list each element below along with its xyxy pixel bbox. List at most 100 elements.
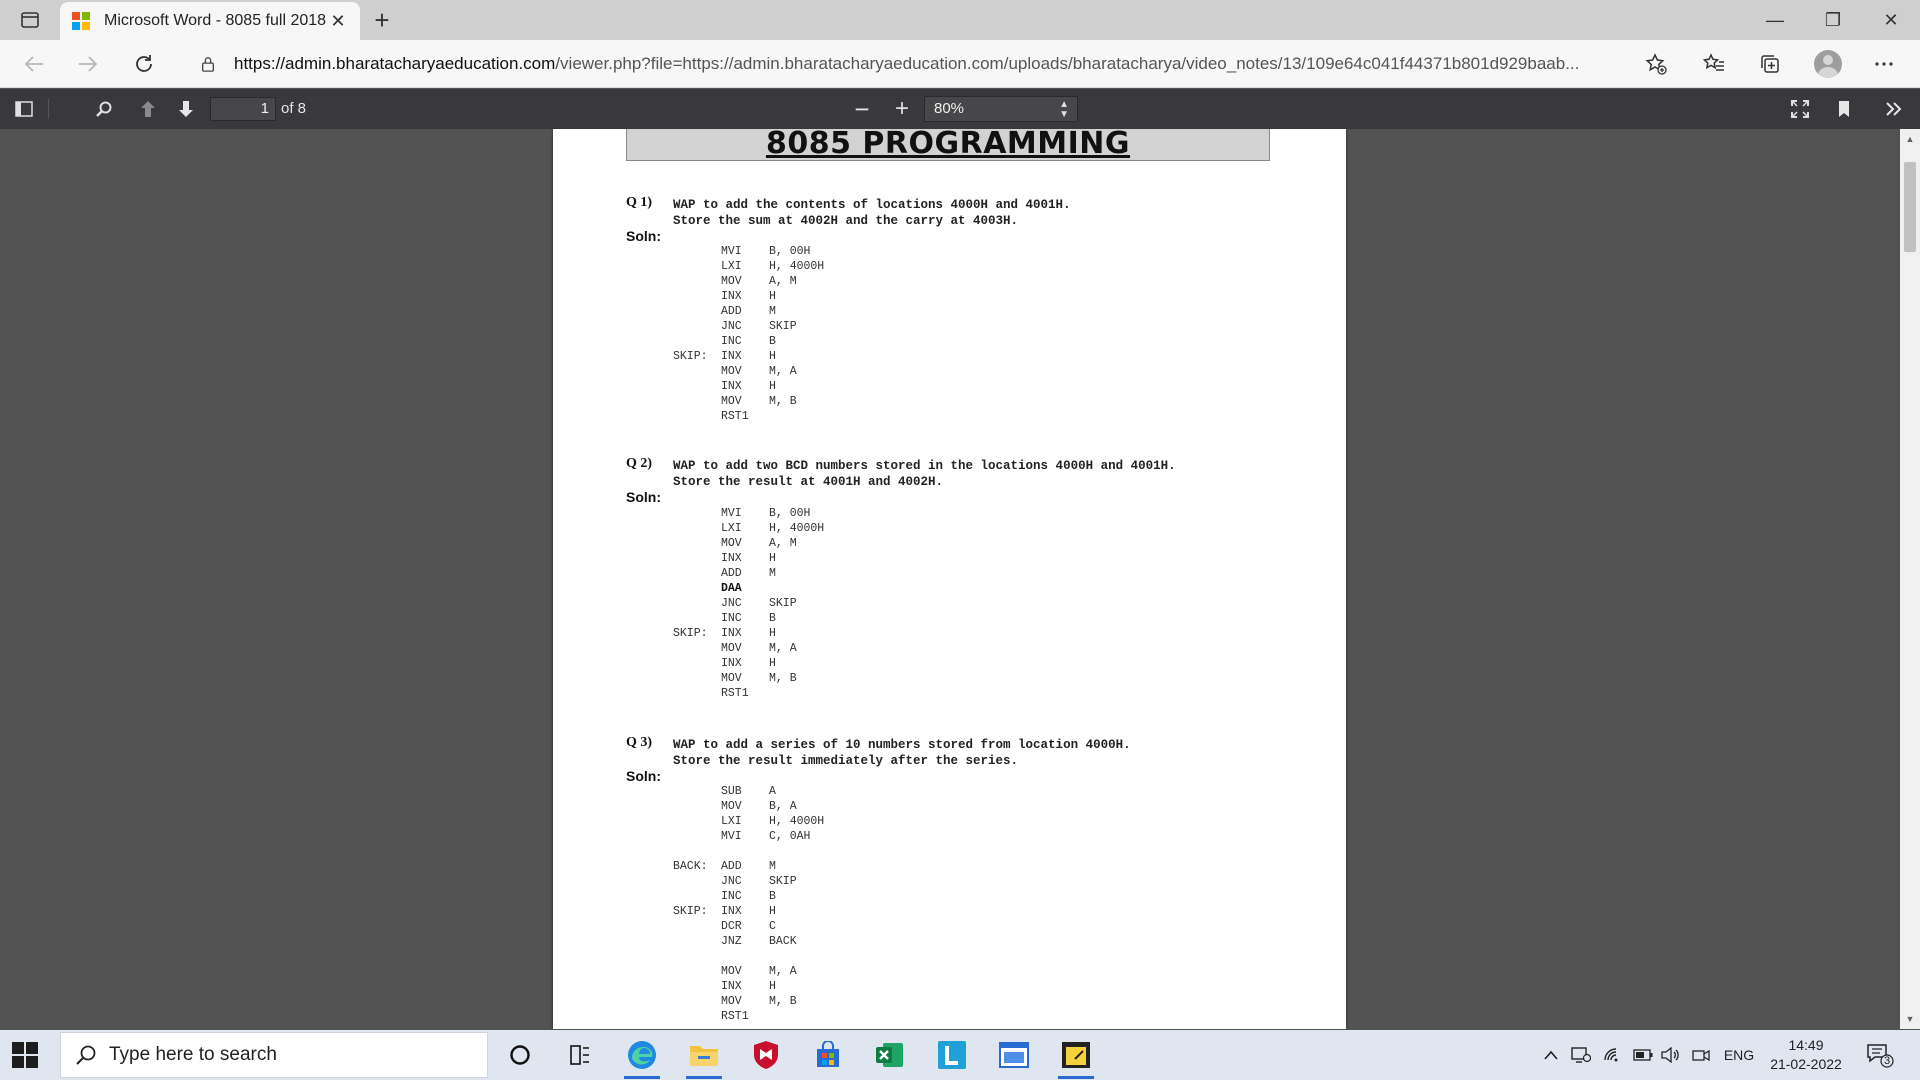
taskbar-app-excel[interactable] bbox=[866, 1035, 914, 1075]
presentation-mode-button[interactable] bbox=[1786, 95, 1814, 123]
code-opcode: INX bbox=[721, 350, 742, 363]
settings-more-button[interactable] bbox=[1868, 48, 1900, 80]
question-text: WAP to add a series of 10 numbers stored… bbox=[673, 738, 1131, 768]
clock-date: 21-02-2022 bbox=[1770, 1056, 1842, 1072]
new-tab-button[interactable]: + bbox=[368, 5, 396, 35]
close-window-button[interactable]: ✕ bbox=[1862, 0, 1920, 40]
refresh-button[interactable] bbox=[128, 48, 160, 80]
restore-button[interactable]: ❐ bbox=[1804, 0, 1862, 40]
code-opcode: LXI bbox=[721, 815, 742, 828]
scrollbar-thumb[interactable] bbox=[1904, 162, 1916, 252]
zoom-select[interactable]: 80% ▲ ▼ bbox=[924, 96, 1078, 122]
code-opcode: MOV bbox=[721, 365, 742, 378]
code-opcode: SUB bbox=[721, 785, 742, 798]
tray-display-icon[interactable] bbox=[1568, 1030, 1594, 1080]
vertical-scrollbar[interactable]: ▲ ▼ bbox=[1900, 129, 1920, 1029]
shield-icon bbox=[754, 1041, 778, 1069]
microsoft-logo-icon bbox=[72, 12, 90, 30]
add-favorite-button[interactable] bbox=[1640, 48, 1672, 80]
tray-battery[interactable] bbox=[1630, 1030, 1656, 1080]
code-opcode: MOV bbox=[721, 395, 742, 408]
page-count-label: of 8 bbox=[281, 100, 307, 117]
tools-button[interactable] bbox=[1880, 95, 1908, 123]
code-operand: M, B bbox=[769, 395, 797, 408]
show-hidden-icons-button[interactable] bbox=[1538, 1030, 1564, 1080]
solution-label: Soln: bbox=[626, 228, 661, 244]
taskbar-app-store[interactable] bbox=[804, 1035, 852, 1075]
taskbar-search-box[interactable]: Type here to search bbox=[60, 1032, 488, 1078]
scroll-down-arrow-icon[interactable]: ▼ bbox=[1900, 1011, 1920, 1027]
previous-page-button[interactable] bbox=[134, 95, 162, 123]
notification-center-button[interactable]: 3 bbox=[1866, 1042, 1894, 1068]
find-button[interactable] bbox=[90, 95, 118, 123]
code-opcode: INX bbox=[721, 380, 742, 393]
next-page-button[interactable] bbox=[172, 95, 200, 123]
code-opcode: MOV bbox=[721, 995, 742, 1008]
code-opcode: INC bbox=[721, 335, 742, 348]
taskbar-app-mcafee[interactable] bbox=[742, 1035, 790, 1075]
bookmark-button[interactable] bbox=[1830, 95, 1858, 123]
code-operand: M, A bbox=[769, 642, 797, 655]
scroll-up-arrow-icon[interactable]: ▲ bbox=[1900, 131, 1920, 147]
code-operand: H bbox=[769, 657, 776, 670]
code-operand: A, M bbox=[769, 275, 797, 288]
code-label: SKIP: bbox=[673, 627, 708, 640]
store-bag-icon bbox=[817, 1041, 839, 1067]
forward-button[interactable] bbox=[72, 48, 104, 80]
code-operand: H bbox=[769, 552, 776, 565]
page-number-input[interactable]: 1 bbox=[210, 97, 276, 121]
profile-avatar-icon bbox=[1814, 50, 1842, 78]
toggle-sidebar-button[interactable] bbox=[10, 95, 38, 123]
code-opcode: MVI bbox=[721, 830, 742, 843]
taskbar-app-sticky-notes[interactable] bbox=[1052, 1035, 1100, 1079]
task-view-button[interactable] bbox=[556, 1035, 604, 1075]
start-button[interactable] bbox=[12, 1042, 38, 1068]
taskbar-app-l[interactable] bbox=[928, 1035, 976, 1075]
taskbar-clock[interactable]: 14:49 21-02-2022 bbox=[1760, 1036, 1852, 1074]
taskbar-app-edge[interactable] bbox=[618, 1035, 666, 1079]
tab-actions-button[interactable] bbox=[12, 8, 48, 32]
wifi-icon bbox=[1604, 1048, 1618, 1062]
code-opcode: MOV bbox=[721, 965, 742, 978]
code-opcode: INX bbox=[721, 657, 742, 670]
code-operand: B bbox=[769, 890, 776, 903]
tray-wifi[interactable] bbox=[1600, 1030, 1626, 1080]
code-opcode: INX bbox=[721, 980, 742, 993]
fullscreen-icon bbox=[1791, 100, 1809, 118]
input-language[interactable]: ENG bbox=[1720, 1030, 1758, 1080]
code-opcode: INC bbox=[721, 612, 742, 625]
minimize-button[interactable]: — bbox=[1746, 0, 1804, 40]
code-opcode: MOV bbox=[721, 537, 742, 550]
code-opcode: JNZ bbox=[721, 935, 742, 948]
favorites-button[interactable] bbox=[1698, 48, 1730, 80]
browser-toolbar: https://admin.bharatacharyaeducation.com… bbox=[0, 40, 1920, 88]
code-opcode: INX bbox=[721, 290, 742, 303]
code-operand: BACK bbox=[769, 935, 797, 948]
code-operand: H bbox=[769, 627, 776, 640]
clock-time: 14:49 bbox=[1788, 1037, 1824, 1053]
zoom-in-button[interactable]: + bbox=[888, 95, 916, 123]
tray-meet-now[interactable] bbox=[1688, 1030, 1714, 1080]
code-opcode: RST1 bbox=[721, 1010, 749, 1023]
cortana-button[interactable] bbox=[496, 1035, 544, 1075]
address-bar[interactable]: https://admin.bharatacharyaeducation.com… bbox=[180, 46, 1680, 82]
code-operand: H bbox=[769, 905, 776, 918]
profile-button[interactable] bbox=[1812, 48, 1844, 80]
code-operand: H bbox=[769, 380, 776, 393]
tray-volume[interactable] bbox=[1658, 1030, 1684, 1080]
question-number: Q 1) bbox=[626, 195, 653, 210]
code-operand: M, A bbox=[769, 365, 797, 378]
collections-button[interactable] bbox=[1754, 48, 1786, 80]
zoom-out-button[interactable]: − bbox=[848, 94, 876, 124]
cortana-icon bbox=[510, 1045, 530, 1065]
taskbar-app-window[interactable] bbox=[990, 1035, 1038, 1075]
back-button[interactable] bbox=[18, 48, 50, 80]
tab-close-button[interactable]: ✕ bbox=[326, 9, 350, 33]
document-title: 8085 PROGRAMMING bbox=[765, 129, 1131, 161]
browser-tab-active[interactable]: Microsoft Word - 8085 full 2018. ✕ bbox=[60, 2, 360, 40]
question-number: Q 3) bbox=[626, 735, 653, 750]
taskbar-app-file-explorer[interactable] bbox=[680, 1035, 728, 1079]
code-operand: B, 00H bbox=[769, 245, 811, 258]
pdf-page: 8085 PROGRAMMING Q 1) WAP to add the con… bbox=[553, 129, 1346, 1029]
pdf-viewer[interactable]: 8085 PROGRAMMING Q 1) WAP to add the con… bbox=[0, 129, 1920, 1029]
